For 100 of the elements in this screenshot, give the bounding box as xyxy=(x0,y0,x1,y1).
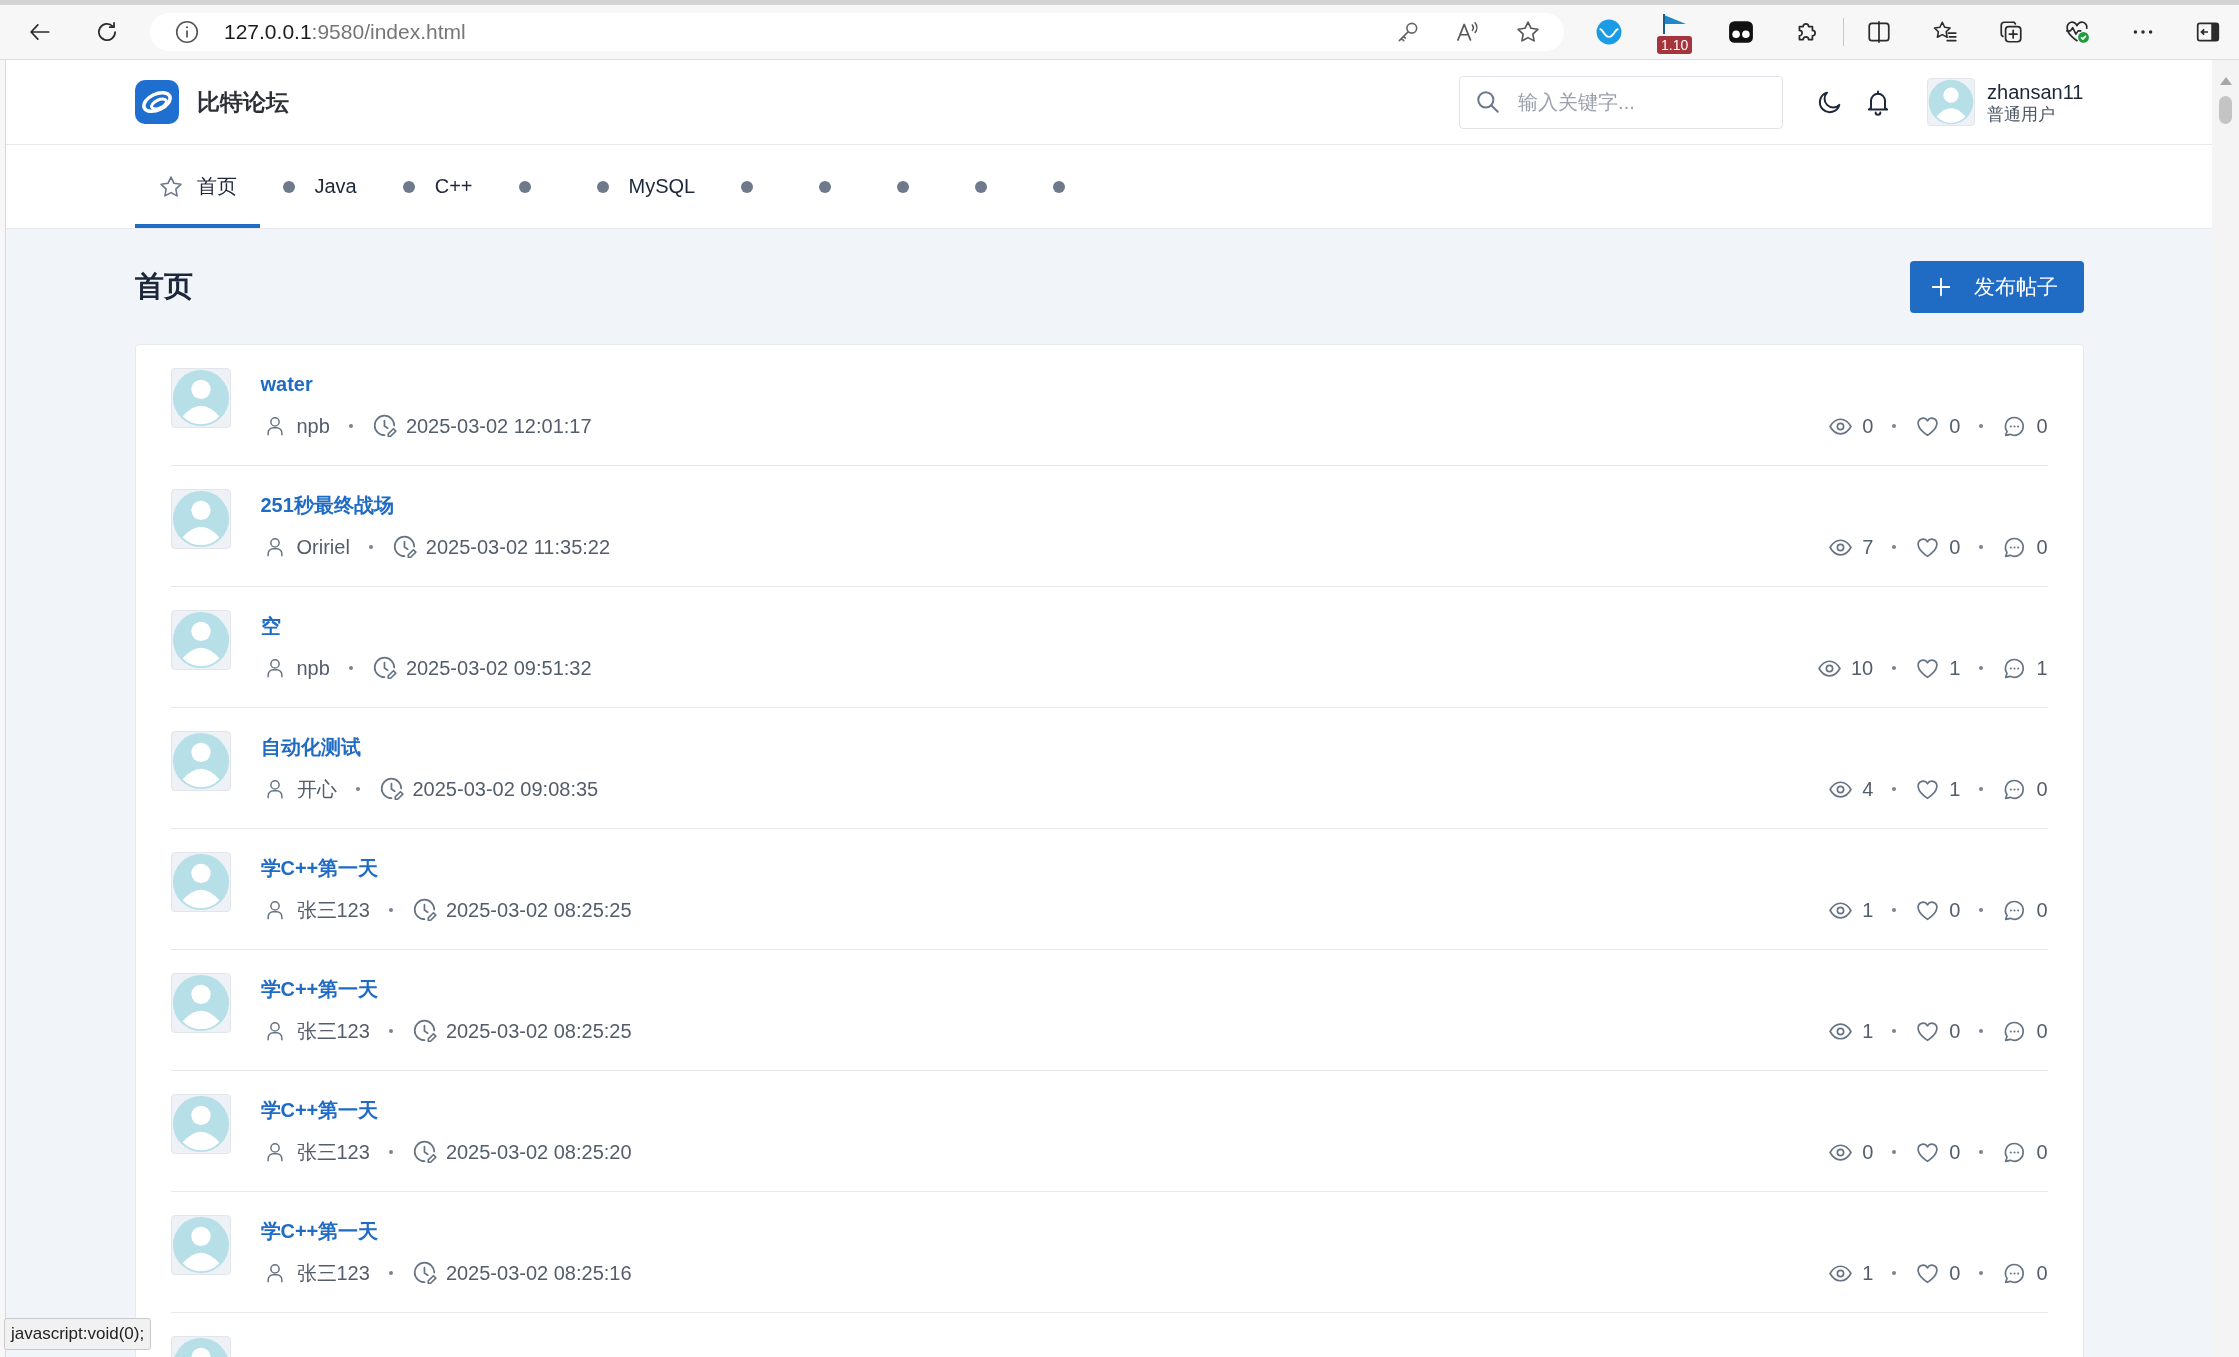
post-time: 2025-03-02 08:25:25 xyxy=(445,898,632,922)
clock-edit-icon xyxy=(411,1139,438,1165)
view-count: 7 xyxy=(1862,535,1874,559)
post-author: 张三123 xyxy=(296,1260,370,1286)
post-time: 2025-03-02 09:08:35 xyxy=(412,777,599,801)
post-time: 2025-03-02 08:25:20 xyxy=(445,1140,632,1164)
user-role: 普通用户 xyxy=(1987,103,2057,125)
heart-pulse-icon[interactable] xyxy=(2064,19,2090,45)
post-time: 2025-03-02 08:25:16 xyxy=(445,1261,632,1285)
clock-edit-icon xyxy=(411,1260,438,1286)
dot-icon xyxy=(402,180,415,193)
star-icon xyxy=(157,173,184,200)
post-author: npb xyxy=(296,414,330,438)
dot-icon xyxy=(596,180,609,193)
like-count: 0 xyxy=(1949,1140,1961,1164)
user-avatar xyxy=(170,610,231,670)
dot-icon xyxy=(975,180,988,193)
nav-tab[interactable]: MySQL xyxy=(573,145,719,228)
clock-edit-icon xyxy=(411,1018,438,1044)
dot-icon xyxy=(1053,180,1066,193)
wave-circle-icon[interactable] xyxy=(1596,19,1622,45)
like-count: 1 xyxy=(1949,656,1961,680)
post-title-link[interactable]: 学C++第一天 xyxy=(260,852,379,884)
site-name[interactable]: 比特论坛 xyxy=(196,86,289,118)
post-author: 张三123 xyxy=(296,897,370,923)
view-count: 4 xyxy=(1862,777,1874,801)
scrollbar-thumb[interactable] xyxy=(2219,96,2232,124)
split-screen-icon[interactable] xyxy=(1866,19,1892,45)
status-tooltip: javascript:void(0); xyxy=(4,1318,152,1350)
clock-edit-icon xyxy=(411,897,438,923)
post-author: npb xyxy=(296,656,330,680)
dot-icon xyxy=(819,180,832,193)
user-avatar xyxy=(170,1215,231,1275)
url-text[interactable]: 127.0.0.1:9580/index.html xyxy=(224,20,1378,44)
user-avatar xyxy=(170,731,231,791)
post-title-link[interactable]: 空 xyxy=(260,610,281,642)
favorite-star-icon[interactable] xyxy=(1515,19,1541,45)
two-dot-tile-icon[interactable] xyxy=(1728,19,1754,45)
dot-icon xyxy=(518,180,531,193)
post-title-link[interactable]: 自动化测试 xyxy=(260,731,361,763)
clock-edit-icon xyxy=(371,413,398,439)
dot-icon xyxy=(282,180,295,193)
clock-edit-icon xyxy=(371,655,398,681)
nav-tab[interactable]: C++ xyxy=(379,145,496,228)
user-name[interactable]: zhansan11 xyxy=(1987,79,2084,104)
collections-icon[interactable] xyxy=(1998,19,2024,45)
info-icon[interactable] xyxy=(174,19,200,45)
post-title-link[interactable]: 251秒最终战场 xyxy=(260,489,394,521)
logo-icon[interactable] xyxy=(134,80,179,124)
post-title-link[interactable]: water xyxy=(260,368,313,400)
page-title: 首页 xyxy=(134,269,193,304)
dot-icon xyxy=(741,180,754,193)
search-icon xyxy=(1475,88,1502,115)
like-count: 0 xyxy=(1949,898,1961,922)
user-avatar xyxy=(170,1094,231,1154)
like-count: 0 xyxy=(1949,1019,1961,1043)
post-time: 2025-03-02 08:25:25 xyxy=(445,1019,632,1043)
user-avatar xyxy=(170,368,231,428)
like-count: 1 xyxy=(1949,777,1961,801)
plus-icon xyxy=(1929,276,1952,298)
user-avatar xyxy=(170,852,231,912)
post-author: 张三123 xyxy=(296,1139,370,1165)
view-count: 0 xyxy=(1862,1140,1874,1164)
version-badge: 1.10 xyxy=(1657,36,1693,54)
view-count: 1 xyxy=(1862,1261,1874,1285)
comment-count: 1 xyxy=(2036,656,2048,680)
view-count: 10 xyxy=(1851,656,1874,680)
post-title-link[interactable]: 学C++第一天 xyxy=(260,1215,379,1247)
comment-count: 0 xyxy=(2036,535,2048,559)
like-count: 0 xyxy=(1949,535,1961,559)
address-bar[interactable]: 127.0.0.1:9580/index.html xyxy=(150,13,1564,51)
sidebar-icon[interactable] xyxy=(2194,19,2221,45)
new-post-button[interactable]: 发布帖子 xyxy=(1909,261,2084,313)
comment-count: 0 xyxy=(2036,898,2048,922)
like-count: 0 xyxy=(1949,1261,1961,1285)
view-count: 0 xyxy=(1862,414,1874,438)
comment-count: 0 xyxy=(2036,1140,2048,1164)
comment-count: 0 xyxy=(2036,777,2048,801)
post-title-link[interactable]: 学C++第一天 xyxy=(260,973,379,1005)
post-time: 2025-03-02 09:51:32 xyxy=(405,656,592,680)
view-count: 1 xyxy=(1862,898,1874,922)
post-time: 2025-03-02 12:01:17 xyxy=(405,414,592,438)
comment-count: 0 xyxy=(2036,1261,2048,1285)
comment-count: 0 xyxy=(2036,1019,2048,1043)
post-title-link[interactable]: 学C++第一天 xyxy=(260,1094,379,1126)
clock-edit-icon xyxy=(391,534,418,560)
dot-icon xyxy=(897,180,910,193)
nav-tab[interactable]: 首页 xyxy=(134,145,260,228)
nav-tab[interactable]: Java xyxy=(259,145,380,228)
post-author: 开心 xyxy=(296,776,337,802)
user-avatar xyxy=(170,973,231,1033)
user-avatar xyxy=(170,489,231,549)
post-author: 张三123 xyxy=(296,1018,370,1044)
clock-edit-icon xyxy=(378,776,405,802)
like-count: 0 xyxy=(1949,414,1961,438)
search-field[interactable]: 输入关键字... xyxy=(1459,75,1784,129)
post-time: 2025-03-02 11:35:22 xyxy=(425,535,611,559)
comment-count: 0 xyxy=(2036,414,2048,438)
post-author: Oririel xyxy=(296,535,350,559)
view-count: 1 xyxy=(1862,1019,1874,1043)
